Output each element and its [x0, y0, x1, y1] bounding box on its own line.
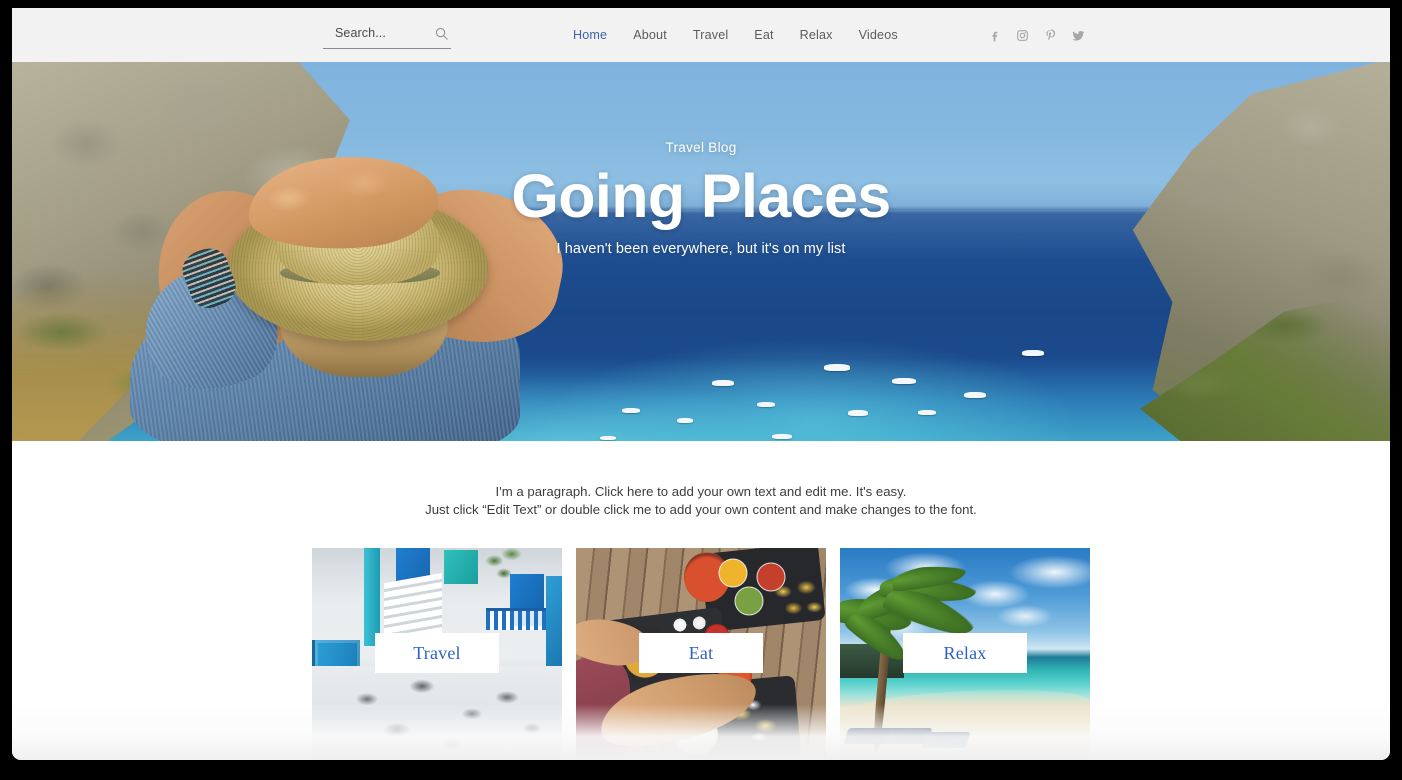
social-links: [987, 8, 1086, 62]
main-nav: Home About Travel Eat Relax Videos: [560, 8, 911, 62]
browser-page: Home About Travel Eat Relax Videos: [12, 8, 1390, 760]
search-icon[interactable]: [434, 26, 449, 41]
main-content: I'm a paragraph. Click here to add your …: [12, 441, 1390, 759]
boat-icon: [1022, 350, 1044, 356]
boat-icon: [757, 402, 775, 407]
boat-icon: [892, 378, 916, 384]
hero-text-block: Travel Blog Going Places I haven't been …: [12, 140, 1390, 257]
nav-item-videos[interactable]: Videos: [846, 28, 911, 42]
site-header: Home About Travel Eat Relax Videos: [12, 8, 1390, 62]
boat-icon: [964, 392, 986, 398]
device-frame: Home About Travel Eat Relax Videos: [0, 0, 1402, 780]
boat-icon: [622, 408, 640, 413]
card-relax-label[interactable]: Relax: [903, 633, 1027, 674]
boat-icon: [712, 380, 734, 386]
nav-item-relax[interactable]: Relax: [787, 28, 846, 42]
search-input[interactable]: [335, 26, 427, 40]
twitter-icon[interactable]: [1071, 28, 1086, 43]
intro-paragraph-line-1: I'm a paragraph. Click here to add your …: [495, 484, 907, 499]
card-eat-label[interactable]: Eat: [639, 633, 763, 674]
hero-title: Going Places: [511, 162, 891, 230]
hero-subtitle: I haven't been everywhere, but it's on m…: [556, 240, 846, 257]
boat-icon: [772, 434, 792, 439]
intro-paragraph: I'm a paragraph. Click here to add your …: [341, 483, 1061, 518]
instagram-icon[interactable]: [1015, 28, 1030, 43]
nav-item-travel[interactable]: Travel: [680, 28, 741, 42]
facebook-icon[interactable]: [987, 28, 1002, 43]
boat-icon: [918, 410, 936, 415]
boat-icon: [848, 410, 868, 416]
boat-icon: [677, 418, 693, 423]
nav-item-home[interactable]: Home: [560, 28, 620, 42]
hero-eyebrow: Travel Blog: [665, 140, 737, 155]
nav-item-about[interactable]: About: [620, 28, 680, 42]
boat-icon: [824, 364, 850, 371]
intro-paragraph-line-2: Just click “Edit Text” or double click m…: [425, 501, 977, 517]
search-box[interactable]: [323, 22, 451, 49]
hero-banner: Travel Blog Going Places I haven't been …: [12, 62, 1390, 441]
card-travel-label[interactable]: Travel: [375, 633, 499, 674]
card-travel[interactable]: Travel: [312, 548, 562, 759]
pinterest-icon[interactable]: [1043, 28, 1058, 43]
category-cards: Travel Eat Relax: [12, 548, 1390, 759]
card-eat[interactable]: Eat: [576, 548, 826, 759]
card-relax[interactable]: Relax: [840, 548, 1090, 759]
nav-item-eat[interactable]: Eat: [741, 28, 786, 42]
boat-icon: [600, 436, 616, 440]
